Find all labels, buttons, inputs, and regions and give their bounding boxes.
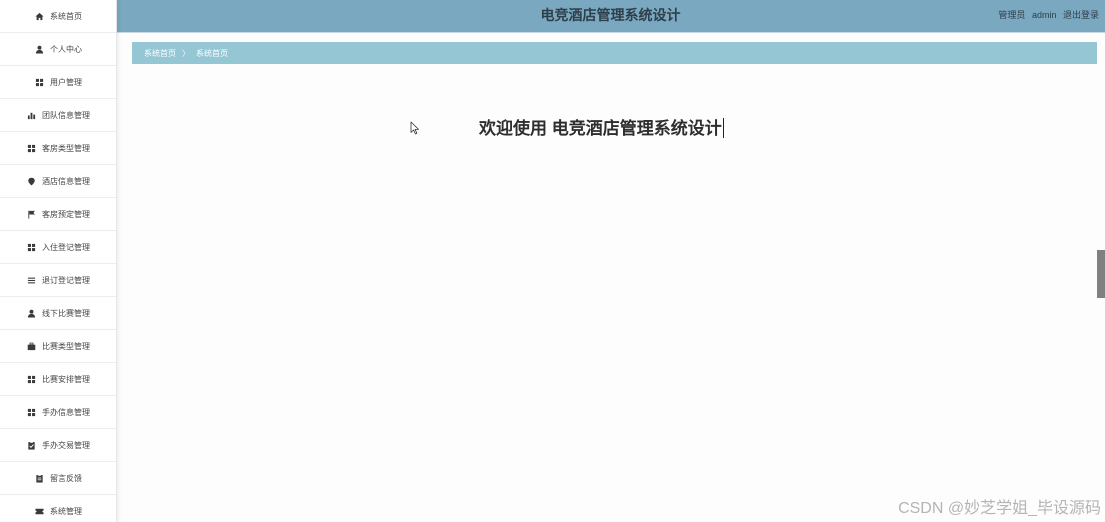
sidebar-item-label: 比赛安排管理 — [42, 374, 90, 384]
sidebar-item-home[interactable]: 系统首页 — [0, 0, 116, 33]
sidebar-item-label: 系统管理 — [50, 506, 82, 516]
ticket-icon — [34, 506, 44, 516]
header-user-area: 管理员 admin 退出登录 — [994, 0, 1099, 30]
mouse-cursor-icon — [410, 121, 419, 135]
logout-link[interactable]: 退出登录 — [1063, 10, 1099, 20]
user-icon — [26, 308, 36, 318]
welcome-heading: 欢迎使用 电竞酒店管理系统设计 — [479, 114, 724, 139]
grid-icon — [34, 77, 44, 87]
scrollbar-thumb[interactable] — [1097, 250, 1105, 298]
sidebar-item-label: 线下比赛管理 — [42, 308, 90, 318]
sidebar-item-label: 团队信息管理 — [42, 110, 90, 120]
sidebar-item-label: 手办交易管理 — [42, 440, 90, 450]
welcome-text: 欢迎使用 电竞酒店管理系统设计 — [479, 119, 722, 138]
flag-icon — [26, 209, 36, 219]
breadcrumb-home-link[interactable]: 系统首页 — [144, 48, 176, 59]
grid-icon — [26, 242, 36, 252]
sidebar-item-offline-match[interactable]: 线下比赛管理 — [0, 297, 116, 330]
sidebar-item-label: 客房类型管理 — [42, 143, 90, 153]
sidebar-item-cancellation[interactable]: 退订登记管理 — [0, 264, 116, 297]
breadcrumb-separator: 〉 — [182, 48, 190, 58]
sidebar-item-hotel-info[interactable]: 酒店信息管理 — [0, 165, 116, 198]
user-icon — [34, 44, 44, 54]
sidebar-item-figure-trade[interactable]: 手办交易管理 — [0, 429, 116, 462]
map-pin-icon — [26, 176, 36, 186]
home-icon — [34, 11, 44, 21]
sidebar-item-figure-info[interactable]: 手办信息管理 — [0, 396, 116, 429]
sidebar-item-label: 退订登记管理 — [42, 275, 90, 285]
briefcase-icon — [26, 341, 36, 351]
sidebar-item-label: 系统首页 — [50, 11, 82, 21]
grid-icon — [26, 407, 36, 417]
sidebar-item-label: 手办信息管理 — [42, 407, 90, 417]
sidebar-item-label: 用户管理 — [50, 77, 82, 87]
list-icon — [26, 275, 36, 285]
bar-chart-icon — [26, 110, 36, 120]
top-header: 电竞酒店管理系统设计 管理员 admin 退出登录 — [116, 0, 1105, 33]
sidebar-item-room-booking[interactable]: 客房预定管理 — [0, 198, 116, 231]
clipboard-icon — [34, 473, 44, 483]
user-role: 管理员 — [998, 10, 1026, 20]
sidebar-item-feedback[interactable]: 留言反馈 — [0, 462, 116, 495]
sidebar-item-label: 入住登记管理 — [42, 242, 90, 252]
sidebar-item-label: 比赛类型管理 — [42, 341, 90, 351]
page-title: 电竞酒店管理系统设计 — [540, 7, 681, 23]
grid-icon — [26, 143, 36, 153]
username: admin — [1031, 10, 1057, 20]
watermark: CSDN @妙芝学姐_毕设源码 — [898, 500, 1101, 517]
sidebar-item-room-type[interactable]: 客房类型管理 — [0, 132, 116, 165]
breadcrumb-current: 系统首页 — [196, 48, 228, 58]
sidebar-item-personal-center[interactable]: 个人中心 — [0, 33, 116, 66]
sidebar-item-user-management[interactable]: 用户管理 — [0, 66, 116, 99]
sidebar-item-label: 留言反馈 — [50, 473, 82, 483]
breadcrumb: 系统首页 〉 系统首页 — [132, 42, 1097, 64]
sidebar-item-team-info[interactable]: 团队信息管理 — [0, 99, 116, 132]
sidebar-item-match-schedule[interactable]: 比赛安排管理 — [0, 363, 116, 396]
grid-icon — [26, 374, 36, 384]
sidebar-item-match-type[interactable]: 比赛类型管理 — [0, 330, 116, 363]
sidebar-item-label: 个人中心 — [50, 44, 82, 54]
sidebar: 系统首页 个人中心 用户管理 团队信息管理 客房类型管理 酒店信息管理 客房预定… — [0, 0, 117, 522]
sidebar-item-system[interactable]: 系统管理 — [0, 495, 116, 522]
sidebar-item-label: 酒店信息管理 — [42, 176, 90, 186]
clipboard-check-icon — [26, 440, 36, 450]
sidebar-item-label: 客房预定管理 — [42, 209, 90, 219]
sidebar-item-checkin[interactable]: 入住登记管理 — [0, 231, 116, 264]
text-caret — [722, 118, 724, 138]
